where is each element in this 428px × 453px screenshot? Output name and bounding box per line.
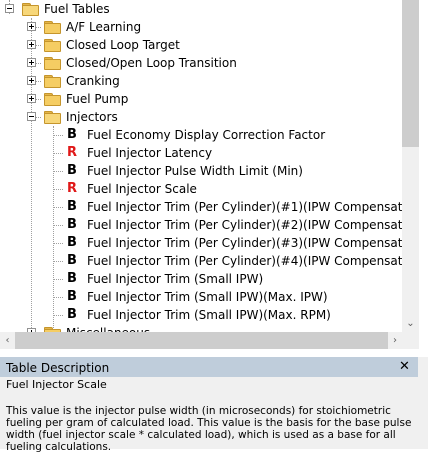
scroll-down-arrow-icon[interactable]: ⌄ [402,315,419,332]
tree-line [53,261,63,262]
tree-node-closed-loop-target[interactable]: Closed Loop Target [0,36,402,54]
tree-node-label: Fuel Economy Display Correction Factor [87,128,326,142]
folder-icon [44,93,61,106]
tree-node-label: Closed/Open Loop Transition [66,56,237,70]
tree-node-label: A/F Learning [66,20,142,34]
vertical-scroll-thumb[interactable] [402,0,419,147]
tree-node-label: Fuel Injector Trim (Per Cylinder)(#1)(IP… [87,200,402,214]
folder-open-icon [44,111,61,124]
tree-node-label: Closed Loop Target [66,38,180,52]
tree-node-fuel-pump[interactable]: Fuel Pump [0,90,402,108]
tree-node-label: Fuel Injector Scale [87,182,197,196]
tree-node-fuel-tables[interactable]: Fuel Tables [0,0,402,18]
panel-separator [0,349,428,357]
table-icon: B [67,271,77,286]
tree-node-af-learning[interactable]: A/F Learning [0,18,402,36]
tree-node-label: Fuel Injector Pulse Width Limit (Min) [87,164,303,178]
tree-line [53,279,63,280]
read-only-table-icon: R [66,145,77,160]
folder-icon [44,57,61,70]
table-tree[interactable]: Fuel Tables A/F Learning Closed Loop Tar… [0,0,402,332]
tree-leaf-fuel-injector-trim-cyl4[interactable]: B Fuel Injector Trim (Per Cylinder)(#4)(… [0,252,402,270]
table-icon: B [67,163,77,178]
tree-node-label: Fuel Pump [66,92,129,106]
table-icon: B [67,127,77,142]
table-icon: B [67,199,77,214]
folder-icon [44,75,61,88]
collapse-icon[interactable] [27,112,36,121]
tree-leaf-fuel-injector-trim-cyl2[interactable]: B Fuel Injector Trim (Per Cylinder)(#2)(… [0,216,402,234]
table-icon: B [67,217,77,232]
tree-leaf-fuel-injector-trim-cyl1[interactable]: B Fuel Injector Trim (Per Cylinder)(#1)(… [0,198,402,216]
tree-leaf-fuel-economy-display-correction-factor[interactable]: B Fuel Economy Display Correction Factor [0,126,402,144]
tree-line [53,171,63,172]
close-icon[interactable]: ✕ [399,359,410,374]
table-icon: B [67,253,77,268]
expand-icon[interactable] [27,22,36,31]
table-description-title: Table Description [6,361,110,375]
table-icon: B [67,235,77,250]
tree-node-label: Fuel Injector Trim (Per Cylinder)(#2)(IP… [87,218,402,232]
tree-node-label: Fuel Injector Trim (Small IPW) [87,272,264,286]
panel-edge [419,0,428,349]
tree-node-label: Fuel Injector Latency [87,146,213,160]
tree-line [53,225,63,226]
tree-node-closed-open-loop-transition[interactable]: Closed/Open Loop Transition [0,54,402,72]
tree-leaf-fuel-injector-trim-small-ipw-max-ipw[interactable]: B Fuel Injector Trim (Small IPW)(Max. IP… [0,288,402,306]
collapse-icon[interactable] [5,4,14,13]
tree-node-miscellaneous[interactable]: Miscellaneous [0,324,402,332]
table-description-text: This value is the injector pulse width (… [6,405,412,453]
tree-node-cranking[interactable]: Cranking [0,72,402,90]
tree-line [53,189,63,190]
horizontal-scroll-thumb[interactable] [15,332,388,349]
folder-open-icon [22,3,39,16]
tree-node-label: Miscellaneous [66,324,150,332]
tree-node-label: Cranking [66,74,120,88]
read-only-table-icon: R [66,181,77,196]
tree-line [53,315,63,316]
tree-node-label: Fuel Tables [44,2,110,16]
tree-node-label: Fuel Injector Trim (Per Cylinder)(#4)(IP… [87,254,402,268]
tree-leaf-fuel-injector-trim-small-ipw[interactable]: B Fuel Injector Trim (Small IPW) [0,270,402,288]
tree-node-injectors[interactable]: Injectors [0,108,402,126]
expand-icon[interactable] [27,76,36,85]
tree-line [53,243,63,244]
scroll-left-arrow-icon[interactable]: ‹ [0,332,15,349]
tree-node-label: Fuel Injector Trim (Small IPW)(Max. IPW) [87,290,328,304]
expand-icon[interactable] [27,58,36,67]
tree-leaf-fuel-injector-pulse-width-limit-min[interactable]: B Fuel Injector Pulse Width Limit (Min) [0,162,402,180]
tree-line [53,207,63,208]
tree-leaf-fuel-injector-trim-small-ipw-max-rpm[interactable]: B Fuel Injector Trim (Small IPW)(Max. RP… [0,306,402,324]
expand-icon[interactable] [27,40,36,49]
tree-leaf-fuel-injector-scale[interactable]: R Fuel Injector Scale [0,180,402,198]
tree-node-label: Fuel Injector Trim (Per Cylinder)(#3)(IP… [87,236,402,250]
tree-line [53,297,63,298]
table-icon: B [67,307,77,322]
table-icon: B [67,289,77,304]
tree-leaf-fuel-injector-trim-cyl3[interactable]: B Fuel Injector Trim (Per Cylinder)(#3)(… [0,234,402,252]
scrollbar-corner [402,332,419,349]
tree-line [53,153,63,154]
tree-leaf-fuel-injector-latency[interactable]: R Fuel Injector Latency [0,144,402,162]
folder-icon [44,21,61,34]
expand-icon[interactable] [27,94,36,103]
table-description-name: Fuel Injector Scale [6,378,107,391]
scroll-right-arrow-icon[interactable]: › [388,332,402,349]
tree-line [53,135,63,136]
tree-node-label: Fuel Injector Trim (Small IPW)(Max. RPM) [87,308,331,322]
tree-node-label: Injectors [66,110,118,124]
folder-icon [44,39,61,52]
